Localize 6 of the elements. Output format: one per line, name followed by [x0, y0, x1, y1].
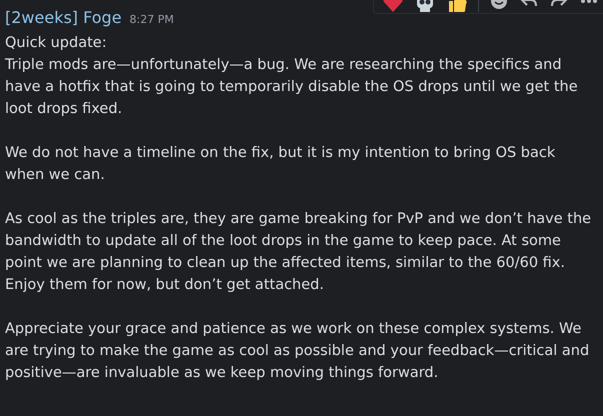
message-paragraph: Appreciate your grace and patience as we work on these complex systems. We are trying to make the game as cool as possible and your feedback—critical and positive—are invaluable as we keep moving things forward.	[5, 320, 590, 383]
message-paragraph: As cool as the triples are, they are game breaking for PvP and we don’t have the bandwidth to update all of the loot drops in the game to keep pace. At some point we are planning to clean up the affected items, similar to the 60/60 fix. Enjoy them for now, but don’t get attached.	[5, 210, 592, 295]
timestamp: 8:27 PM	[130, 12, 174, 28]
message-paragraph: Quick update: Triple mods are—unfortunately—a bug. We are researching the specifics and have a hotfix that is going to temporarily disable the OS drops until we get the loot drops fixed.	[5, 34, 579, 119]
author-name[interactable]: [2weeks] Foge	[5, 6, 122, 30]
message-paragraph: We do not have a timeline on the fix, but it is my intention to bring OS back when we can.	[5, 144, 556, 185]
